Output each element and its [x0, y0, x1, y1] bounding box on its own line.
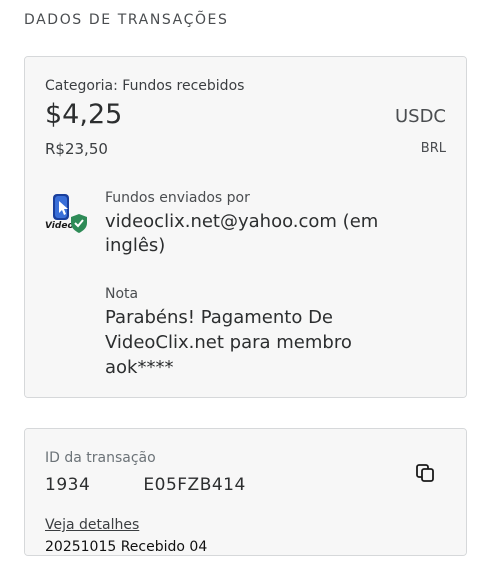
- sender-email: videoclix.net@yahoo.com (em inglês): [105, 211, 379, 256]
- amount-value: $4,25: [45, 99, 123, 130]
- category-label: Categoria: Fundos recebidos: [45, 78, 245, 94]
- currency-code: USDC: [394, 106, 446, 127]
- transaction-id-label: ID da transação: [45, 450, 156, 466]
- image-caption: 20251015 Recebido 04: [45, 539, 208, 555]
- transaction-id-value: 1934 E05FZB414: [45, 475, 246, 495]
- sender-details: VideoC Fundos enviados por videoclix.net…: [25, 170, 466, 397]
- note-label: Nota: [105, 286, 139, 302]
- sender-logo: VideoC: [45, 192, 91, 238]
- local-currency-code: BRL: [420, 141, 446, 156]
- sender-logo-image: VideoC: [45, 194, 87, 233]
- amount-header: Categoria: Fundos recebidos $4,25 USDC R…: [25, 57, 466, 170]
- copy-icon[interactable]: [414, 462, 436, 484]
- copy-icon-graphic: [416, 464, 434, 482]
- local-amount-value: R$23,50: [45, 140, 108, 158]
- transaction-id-card: ID da transação 1934 E05FZB414 Veja deta…: [24, 428, 467, 556]
- sender-label: Fundos enviados por: [105, 190, 250, 206]
- section-title: DADOS DE TRANSAÇÕES: [24, 12, 229, 28]
- view-details-link[interactable]: Veja detalhes: [45, 517, 139, 533]
- transaction-id-panel: ID da transação 1934 E05FZB414 Veja deta…: [25, 429, 466, 555]
- transaction-summary-card: Categoria: Fundos recebidos $4,25 USDC R…: [24, 56, 467, 398]
- note-text: Parabéns! Pagamento De VideoClix.net par…: [105, 307, 352, 378]
